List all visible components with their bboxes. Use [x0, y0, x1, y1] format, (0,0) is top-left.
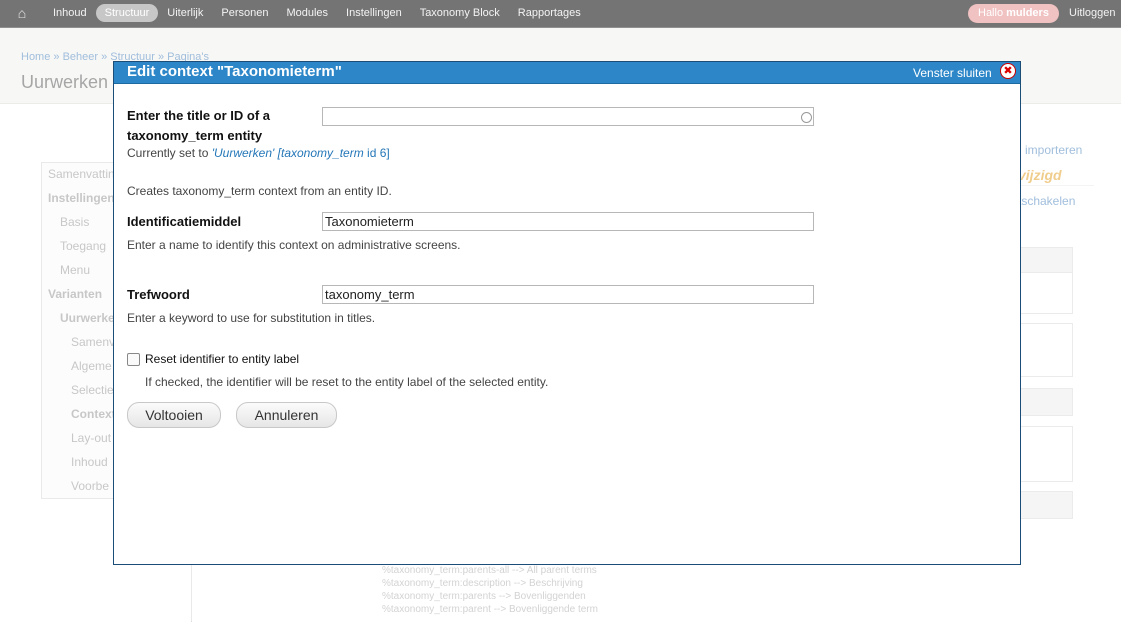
dialog-header: Edit context "Taxonomieterm" Venster slu… [114, 62, 1020, 84]
current-entity-type: [taxonomy_term [277, 146, 364, 160]
finish-button[interactable]: Voltooien [127, 402, 221, 428]
currently-set-text: Currently set to 'Uurwerken' [taxonomy_t… [127, 146, 390, 160]
entity-field-label-line1: Enter the title or ID of a [127, 108, 271, 123]
current-entity-name: 'Uurwerken' [211, 146, 275, 160]
entity-field-label-line2: taxonomy_term entity [127, 128, 263, 143]
identifier-label: Identificatiemiddel [127, 214, 242, 229]
keyword-input[interactable] [322, 285, 814, 304]
edit-context-dialog: Edit context "Taxonomieterm" Venster slu… [113, 61, 1021, 565]
identifier-help: Enter a name to identify this context on… [127, 238, 461, 252]
reset-identifier-checkbox[interactable] [127, 353, 140, 366]
identifier-input[interactable] [322, 212, 814, 231]
dialog-title: Edit context "Taxonomieterm" [127, 63, 342, 80]
cancel-button[interactable]: Annuleren [236, 402, 337, 428]
autocomplete-throbber-icon [801, 112, 812, 123]
current-entity-id: id 6] [363, 146, 390, 160]
currently-set-prefix: Currently set to [127, 146, 212, 160]
keyword-help: Enter a keyword to use for substitution … [127, 311, 376, 325]
creates-description: Creates taxonomy_term context from an en… [127, 184, 392, 198]
reset-identifier-label[interactable]: Reset identifier to entity label [145, 352, 299, 366]
keyword-label: Trefwoord [127, 287, 190, 302]
current-entity-link[interactable]: 'Uurwerken' [taxonomy_term id 6] [212, 146, 390, 160]
entity-autocomplete-input[interactable] [322, 107, 814, 126]
close-dialog-link[interactable]: Venster sluiten [913, 66, 992, 80]
close-icon[interactable]: ✖ [1000, 63, 1016, 79]
reset-identifier-help: If checked, the identifier will be reset… [145, 375, 549, 389]
